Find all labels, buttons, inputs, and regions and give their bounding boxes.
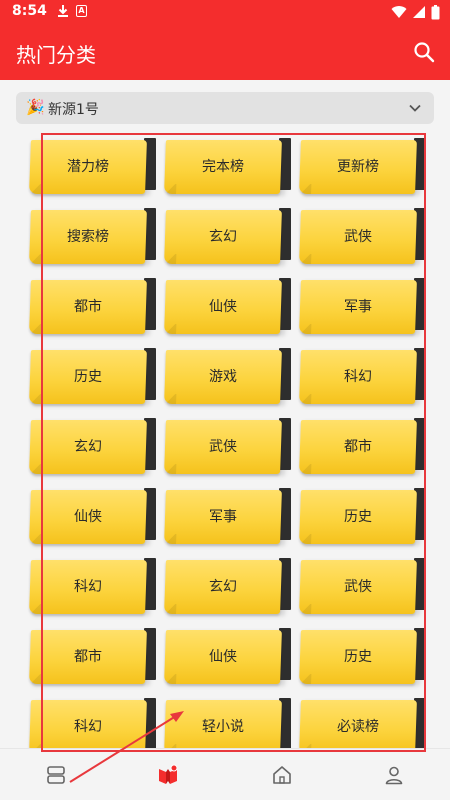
category-tile[interactable]: 游戏	[164, 348, 293, 410]
battery-icon	[431, 4, 440, 19]
category-tile[interactable]: 都市	[29, 628, 158, 690]
category-label: 更新榜	[337, 159, 379, 175]
category-tile[interactable]: 军事	[299, 278, 428, 340]
home-icon	[273, 766, 291, 784]
profile-icon	[385, 766, 403, 785]
category-grid: 潜力榜 完本榜 更新榜 搜索榜 玄幻 武侠 都市 仙侠 军事 历史 游戏 科幻 玄幻 武侠 都市 仙侠 军事 历史…	[29, 138, 430, 760]
chevron-down-icon	[409, 104, 421, 112]
bottom-nav	[0, 748, 450, 800]
category-label: 仙侠	[74, 509, 102, 525]
category-tile[interactable]: 仙侠	[29, 488, 158, 550]
category-label: 历史	[74, 369, 102, 385]
signal-icon	[413, 6, 425, 18]
category-tile[interactable]: 科幻	[299, 348, 428, 410]
category-label: 玄幻	[209, 579, 237, 595]
category-tile[interactable]: 潜力榜	[29, 138, 158, 200]
nav-profile[interactable]	[338, 749, 450, 800]
category-label: 历史	[344, 649, 372, 665]
category-tile[interactable]: 仙侠	[164, 628, 293, 690]
page-title: 热门分类	[16, 43, 96, 67]
app-notification-icon: A	[76, 5, 87, 17]
category-tile[interactable]: 军事	[164, 488, 293, 550]
category-label: 科幻	[74, 579, 102, 595]
category-label: 武侠	[209, 439, 237, 455]
bookshelf-icon	[47, 766, 65, 784]
category-tile[interactable]: 都市	[29, 278, 158, 340]
category-tile[interactable]: 仙侠	[164, 278, 293, 340]
category-label: 历史	[344, 509, 372, 525]
category-label: 轻小说	[202, 719, 244, 735]
download-icon	[58, 5, 68, 17]
category-label: 玄幻	[209, 229, 237, 245]
category-tile[interactable]: 历史	[299, 628, 428, 690]
category-label: 军事	[209, 509, 237, 525]
category-tile[interactable]: 武侠	[164, 418, 293, 480]
category-tile[interactable]: 武侠	[299, 558, 428, 620]
category-tile[interactable]: 搜索榜	[29, 208, 158, 270]
source-dropdown[interactable]: 🎉 新源1号	[16, 92, 434, 124]
category-tile[interactable]: 历史	[29, 348, 158, 410]
category-label: 仙侠	[209, 649, 237, 665]
category-label: 玄幻	[74, 439, 102, 455]
wifi-icon	[391, 6, 407, 19]
category-tile[interactable]: 玄幻	[29, 418, 158, 480]
category-tile[interactable]: 武侠	[299, 208, 428, 270]
category-label: 搜索榜	[67, 229, 109, 245]
status-bar: 8:54 A	[0, 0, 450, 24]
category-tile[interactable]: 更新榜	[299, 138, 428, 200]
category-label: 武侠	[344, 579, 372, 595]
category-label: 都市	[74, 649, 102, 665]
party-popper-icon: 🎉	[26, 98, 45, 116]
category-tile[interactable]: 玄幻	[164, 208, 293, 270]
search-icon[interactable]	[412, 40, 436, 64]
category-tile[interactable]: 都市	[299, 418, 428, 480]
category-tile[interactable]: 完本榜	[164, 138, 293, 200]
source-selected-label: 新源1号	[48, 102, 99, 118]
category-tile[interactable]: 科幻	[29, 558, 158, 620]
category-label: 科幻	[344, 369, 372, 385]
category-label: 都市	[344, 439, 372, 455]
category-label: 军事	[344, 299, 372, 315]
nav-bookshelf[interactable]	[0, 749, 112, 800]
category-tile[interactable]: 历史	[299, 488, 428, 550]
category-label: 科幻	[74, 719, 102, 735]
category-label: 仙侠	[209, 299, 237, 315]
category-label: 都市	[74, 299, 102, 315]
nav-home[interactable]	[226, 749, 338, 800]
nav-discover[interactable]	[112, 749, 224, 800]
discover-icon	[159, 764, 178, 784]
category-label: 必读榜	[337, 719, 379, 735]
category-tile[interactable]: 玄幻	[164, 558, 293, 620]
category-label: 潜力榜	[67, 159, 109, 175]
category-label: 武侠	[344, 229, 372, 245]
category-label: 完本榜	[202, 159, 244, 175]
category-label: 游戏	[209, 369, 237, 385]
app-bar: 热门分类	[0, 24, 450, 80]
status-time: 8:54	[12, 3, 47, 19]
